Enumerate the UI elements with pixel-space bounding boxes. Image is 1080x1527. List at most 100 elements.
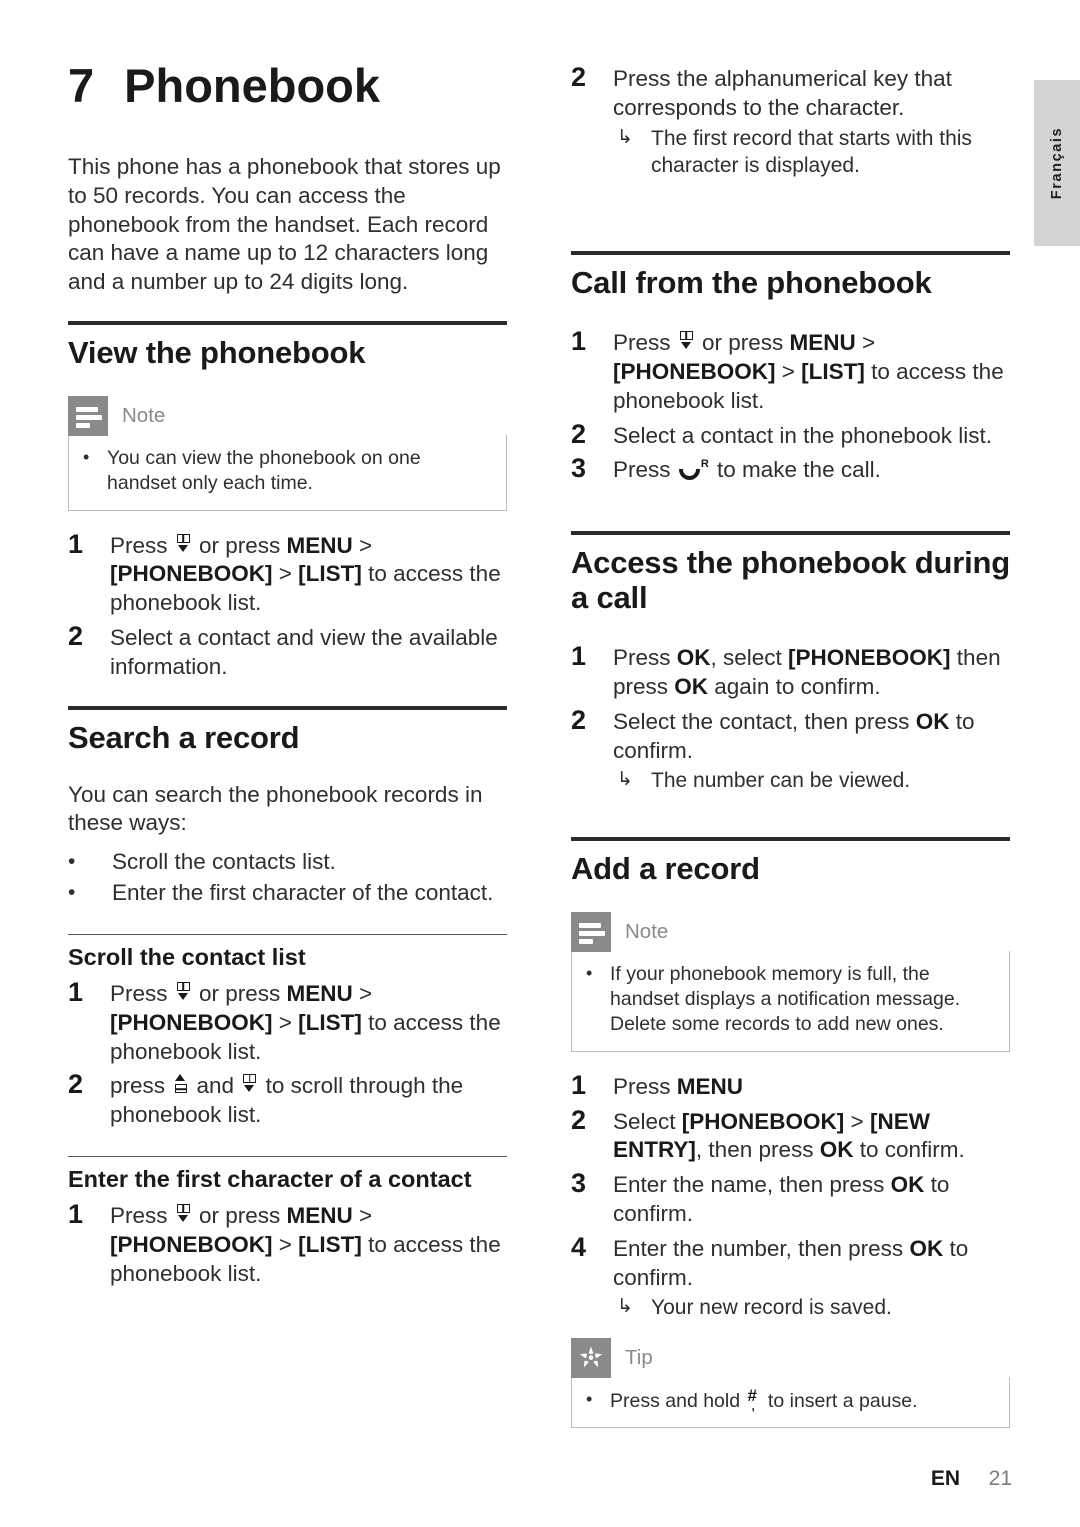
- page-footer: EN 21: [68, 1467, 1012, 1491]
- keyword-phonebook: [PHONEBOOK]: [110, 1232, 273, 1258]
- step-text-pre: Press: [110, 532, 174, 558]
- steps-view-phonebook: 1 Press or press MENU > [PHONEBOOK] > [L…: [68, 529, 507, 682]
- step-item: 1 Press or press MENU > [PHONEBOOK] > [L…: [571, 326, 1010, 415]
- language-side-tab: Français: [1034, 80, 1080, 246]
- bullet-icon: •: [68, 850, 76, 874]
- right-column: 2 Press the alphanumerical key that corr…: [571, 62, 1010, 1446]
- step-text: Press or press MENU > [PHONEBOOK] > [LIS…: [613, 326, 1010, 415]
- step-text-pre: Press: [613, 645, 677, 671]
- step-text: Press OK, select [PHONEBOOK] then press …: [613, 641, 1010, 702]
- list-item: • Enter the first character of the conta…: [68, 879, 507, 908]
- step-item: 2 Select [PHONEBOOK] > [NEW ENTRY], then…: [571, 1105, 1010, 1166]
- section-rule: [571, 531, 1010, 536]
- tip-text-post: to insert a pause.: [762, 1389, 918, 1412]
- keyword-list: [LIST]: [298, 1232, 362, 1258]
- note-item-text: If your phonebook memory is full, the ha…: [610, 962, 961, 1036]
- list-item-label: Scroll the contacts list.: [112, 849, 336, 875]
- step-number: 2: [571, 62, 587, 92]
- step-item: 2 Press the alphanumerical key that corr…: [571, 62, 1010, 179]
- subsection-rule: [68, 933, 507, 935]
- list-item: • Scroll the contacts list.: [68, 848, 507, 877]
- step-item: 1 Press or press MENU > [PHONEBOOK] > [L…: [68, 1199, 507, 1288]
- keyword-menu: MENU: [789, 330, 856, 356]
- step-item: 2 Select a contact in the phonebook list…: [571, 419, 1010, 451]
- note-icon: [571, 911, 611, 952]
- footer-page-number: 21: [988, 1467, 1012, 1490]
- tip-callout-header: Tip: [571, 1337, 1010, 1378]
- step-text-mid: or press: [192, 532, 287, 558]
- step-text: Enter the name, then press OK to confirm…: [613, 1168, 1010, 1229]
- starburst-icon: [579, 1346, 603, 1368]
- keyword-menu: MENU: [676, 1073, 744, 1099]
- step-item: 1 Press or press MENU > [PHONEBOOK] > [L…: [68, 529, 507, 618]
- step-text: Press MENU: [613, 1070, 1010, 1102]
- steps-add-record: 1 Press MENU 2 Select [PHONEBOOK] > [NEW…: [571, 1070, 1010, 1322]
- keyword-phonebook: [PHONEBOOK]: [110, 1009, 273, 1035]
- result-arrow-icon: ↳: [617, 769, 633, 791]
- tip-callout: Tip • Press and hold #, to insert a paus…: [571, 1337, 1010, 1428]
- step-number: 1: [571, 326, 587, 357]
- step-number: 1: [68, 528, 84, 559]
- step-text: Select the contact, then press OK to con…: [613, 705, 1010, 795]
- footer-language: EN: [930, 1467, 960, 1490]
- keyword-ok: OK: [676, 645, 711, 671]
- separator: >: [272, 561, 299, 587]
- search-methods-list: • Scroll the contacts list. • Enter the …: [68, 848, 507, 908]
- result-text: Your new record is saved.: [651, 1296, 892, 1320]
- separator: >: [272, 1009, 299, 1035]
- result-text: The number can be viewed.: [651, 769, 911, 793]
- step-text-mid: , select: [710, 645, 789, 671]
- bullet-icon: •: [586, 1388, 593, 1409]
- keyword-phonebook: [PHONEBOOK]: [788, 645, 951, 671]
- step-item: 2 Select the contact, then press OK to c…: [571, 705, 1010, 795]
- section-rule: [571, 836, 1010, 841]
- page-columns: 7 Phonebook This phone has a phonebook t…: [68, 62, 1010, 1446]
- tip-callout-title: Tip: [625, 1345, 653, 1369]
- step-text-pre: Press: [110, 1203, 174, 1229]
- tip-item: • Press and hold #, to insert a pause.: [586, 1387, 995, 1414]
- step-text: Press or press MENU > [PHONEBOOK] > [LIS…: [110, 1199, 507, 1288]
- step-text-pre: Press: [110, 981, 174, 1007]
- note-callout-body: • If your phonebook memory is full, the …: [571, 950, 1010, 1052]
- step-text-mid: or press: [192, 1203, 287, 1229]
- step-text: press and to scroll through the phoneboo…: [110, 1069, 507, 1130]
- phonebook-key-icon: [176, 533, 191, 555]
- note-callout-add-record: Note • If your phonebook memory is full,…: [571, 911, 1010, 1052]
- keyword-ok: OK: [819, 1137, 854, 1163]
- step-text-post: to confirm.: [853, 1137, 965, 1163]
- result-arrow-icon: ↳: [617, 126, 633, 148]
- step-text-pre: press: [110, 1073, 172, 1099]
- section-heading-add-record: Add a record: [571, 850, 760, 886]
- separator: >: [775, 359, 802, 384]
- step-text: Press or press MENU > [PHONEBOOK] > [LIS…: [110, 529, 507, 618]
- note-item: • You can view the phonebook on one hand…: [83, 446, 492, 497]
- tip-callout-body: • Press and hold #, to insert a pause.: [571, 1376, 1010, 1428]
- step-text: Press R to make the call.: [613, 453, 1010, 485]
- subsection-rule: [68, 1156, 507, 1158]
- chapter-title-block: 7 Phonebook: [68, 62, 507, 109]
- note-icon: [68, 396, 108, 436]
- language-side-tab-label: Français: [1049, 126, 1065, 200]
- keyword-ok: OK: [909, 1235, 944, 1261]
- step-number: 1: [571, 1069, 587, 1100]
- note-item: • If your phonebook memory is full, the …: [586, 962, 995, 1038]
- search-intro-paragraph: You can search the phonebook records in …: [68, 781, 483, 836]
- section-heading-call-from-phonebook: Call from the phonebook: [571, 265, 932, 301]
- chapter-intro-paragraph: This phone has a phonebook that stores u…: [68, 154, 501, 295]
- step-number: 2: [571, 418, 587, 449]
- step-item: 3 Enter the name, then press OK to confi…: [571, 1168, 1010, 1229]
- keyword-ok: OK: [674, 674, 709, 700]
- step-text: Select a contact in the phonebook list.: [613, 422, 992, 448]
- step-item: 3 Press R to make the call.: [571, 453, 1010, 485]
- step-text-mid: or press: [192, 981, 287, 1007]
- step-text-pre: Enter the name, then press: [613, 1172, 891, 1198]
- bullet-icon: •: [83, 447, 90, 467]
- phonebook-key-icon: [176, 1204, 191, 1225]
- call-key-icon: R: [678, 458, 709, 481]
- step-item: 1 Press OK, select [PHONEBOOK] then pres…: [571, 641, 1010, 702]
- step-number: 2: [571, 704, 587, 735]
- step-number: 1: [571, 641, 587, 672]
- step-item: 1 Press or press MENU > [PHONEBOOK] > [L…: [68, 977, 507, 1066]
- step-number: 2: [68, 621, 84, 652]
- step-text-mid: and: [190, 1073, 241, 1099]
